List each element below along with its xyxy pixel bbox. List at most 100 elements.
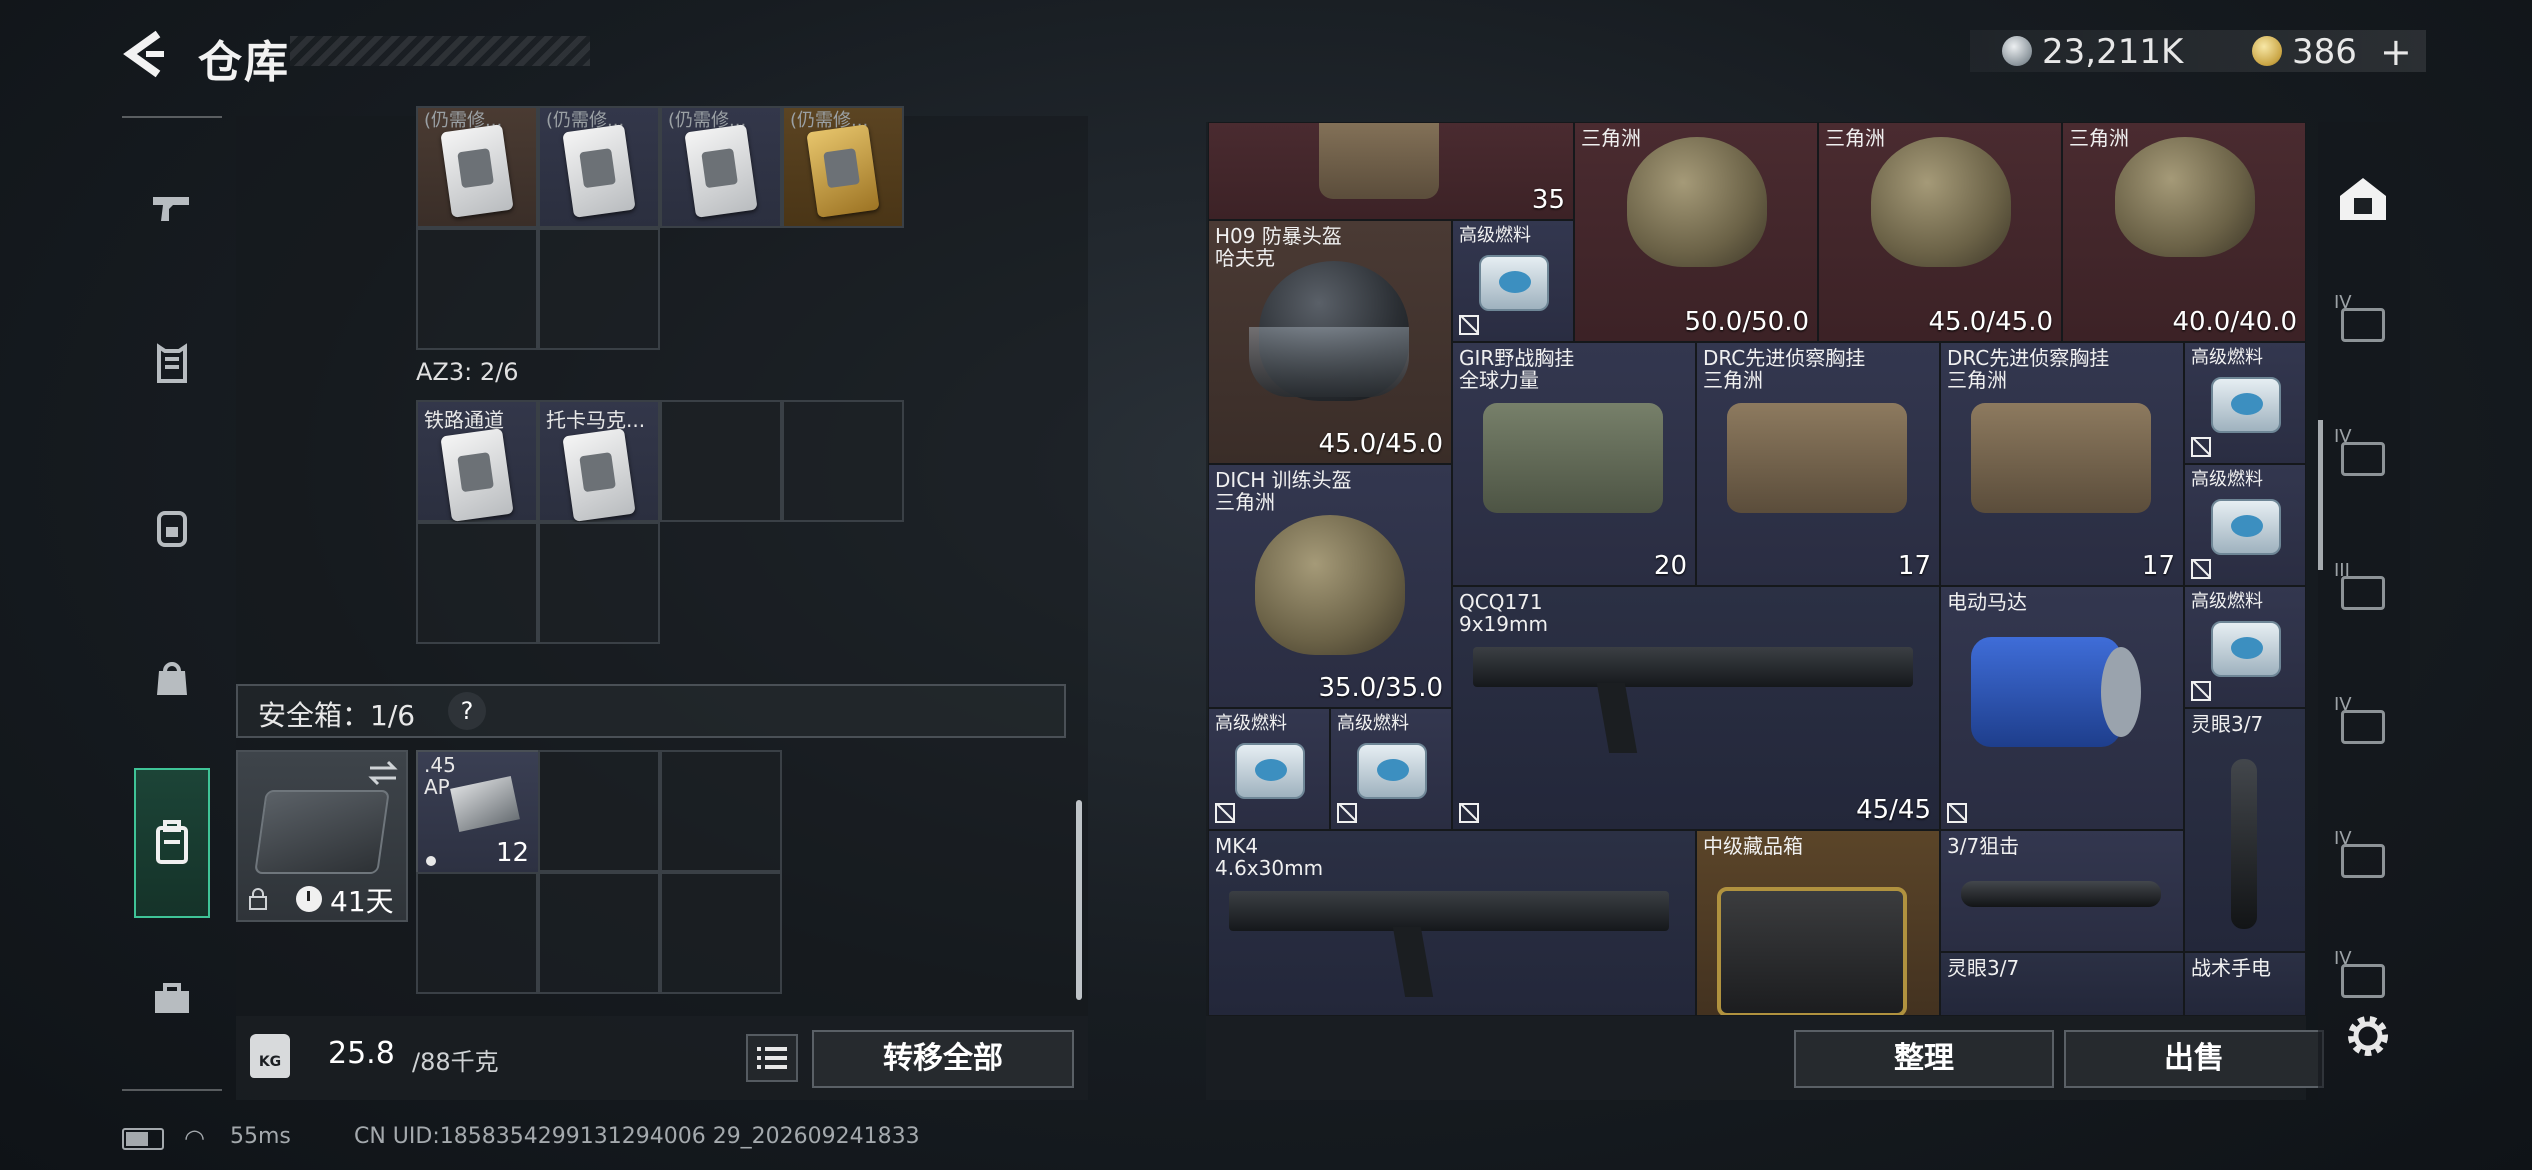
smg-item[interactable]: QCQ171 9x19mm 45/45 (1452, 586, 1940, 830)
filter-tier-button[interactable]: IV (2328, 290, 2398, 360)
back-button[interactable] (120, 28, 168, 80)
back-arrow-icon (123, 30, 164, 78)
filter-tier-button[interactable]: IV (2328, 692, 2398, 762)
lock-icon (249, 888, 267, 910)
capacity-value: 17 (1897, 551, 1931, 581)
ammo-name: .45 AP (424, 754, 456, 798)
ammo-value: 45/45 (1856, 795, 1931, 825)
ammo-slot[interactable]: .45 AP 12 (416, 750, 540, 874)
gold-card-icon (806, 124, 880, 218)
filter-tier-button[interactable]: IV (2328, 946, 2398, 1016)
add-currency-button[interactable]: + (2380, 30, 2412, 74)
tier-label: IV (2334, 292, 2352, 313)
fuel-item[interactable]: 高级燃料 (1208, 708, 1330, 830)
item-maker: 三角洲 (1825, 126, 1885, 150)
swap-icon[interactable] (366, 760, 400, 786)
scope-item[interactable]: 灵眼3/7 (1940, 952, 2184, 1016)
empty-slot[interactable] (660, 872, 782, 994)
empty-slot[interactable] (538, 522, 660, 644)
chest-rig-item[interactable]: DRC先进侦察胸挂 三角洲 17 (1696, 342, 1940, 586)
fuel-item[interactable]: 高级燃料 (1330, 708, 1452, 830)
bag-icon (157, 662, 187, 695)
empty-slot[interactable] (416, 522, 538, 644)
toolbox-tab[interactable] (132, 958, 212, 1038)
fuel-item[interactable]: 高级燃料 (1452, 220, 1574, 342)
item-caliber: 4.6x30mm (1215, 856, 1324, 880)
crate-image (1717, 887, 1907, 1015)
empty-slot[interactable] (416, 872, 538, 994)
weapon-tab[interactable] (132, 168, 212, 248)
fuel-item[interactable]: 高级燃料 (2184, 464, 2306, 586)
vest-image (1319, 123, 1439, 199)
helmet-item[interactable]: DICH 训练头盔 三角洲 35.0/35.0 (1208, 464, 1452, 708)
durability-value: 35.0/35.0 (1318, 673, 1443, 703)
tier-label: IV (2334, 828, 2352, 849)
motor-image (1971, 637, 2141, 747)
vest-tab[interactable] (132, 324, 212, 404)
helmet-item[interactable]: 三角洲 45.0/45.0 (1818, 122, 2062, 342)
empty-slot[interactable] (416, 228, 538, 350)
container-slot[interactable]: 铁路通道 (416, 400, 538, 522)
safe-case-tab-active[interactable] (134, 768, 210, 918)
ammo-box-icon (450, 776, 520, 832)
rifle-magazine (1392, 927, 1434, 997)
flashlight-item[interactable]: 战术手电 (2184, 952, 2306, 1016)
empty-slot[interactable] (538, 750, 660, 872)
settings-button[interactable] (2340, 1008, 2396, 1064)
home-stash-icon (2340, 178, 2386, 220)
empty-slot[interactable] (782, 400, 904, 522)
stash-scrollbar[interactable] (2318, 420, 2323, 570)
helmet-item[interactable]: 三角洲 50.0/50.0 (1574, 122, 1818, 342)
vest-item[interactable]: 35 (1208, 122, 1574, 220)
fuel-item[interactable]: 高级燃料 (2184, 586, 2306, 708)
container-slot[interactable]: (仍需修... (782, 106, 904, 228)
tier-label: IV (2334, 426, 2352, 447)
safe-box-capacity: 安全箱：1/6 (258, 699, 416, 732)
helmet-item[interactable]: 三角洲 40.0/40.0 (2062, 122, 2306, 342)
collection-crate-item[interactable]: 中级藏品箱 (1696, 830, 1940, 1016)
empty-slot[interactable] (660, 400, 782, 522)
chest-rig-item[interactable]: GIR野战胸挂 全球力量 20 (1452, 342, 1696, 586)
container-az3-label: AZ3: 2/6 (416, 358, 519, 386)
helmet-item[interactable]: H09 防暴头盔 哈夫克 45.0/45.0 (1208, 220, 1452, 464)
scope-item[interactable]: 灵眼3/7 (2184, 708, 2306, 952)
left-scrollbar[interactable] (1076, 800, 1082, 1000)
help-button[interactable]: ? (448, 692, 486, 730)
safe-box-item[interactable]: 41天 (236, 750, 408, 922)
item-name: DRC先进侦察胸挂 (1947, 346, 2110, 370)
item-name: 灵眼3/7 (2191, 712, 2264, 736)
item-maker: 三角洲 (1703, 368, 1763, 392)
backpack-tab[interactable] (132, 488, 212, 568)
ammo-type: AP (424, 775, 450, 799)
sort-button[interactable]: 整理 (1794, 1030, 2054, 1088)
helmet-image (1627, 137, 1767, 267)
empty-slot[interactable] (538, 872, 660, 994)
pouch-tab[interactable] (132, 638, 212, 718)
filter-tier-button[interactable]: IV (2328, 826, 2398, 896)
chest-rig-item[interactable]: DRC先进侦察胸挂 三角洲 17 (1940, 342, 2184, 586)
item-name: 电动马达 (1947, 590, 2027, 614)
supply-box-icon (2341, 844, 2385, 878)
container-slot[interactable]: (仍需修... (416, 106, 538, 228)
ping-value: 55ms (230, 1124, 291, 1149)
item-name: H09 防暴头盔 (1215, 224, 1342, 248)
rifle-item[interactable]: MK4 4.6x30mm (1208, 830, 1696, 1016)
filter-tier-button[interactable]: III (2328, 558, 2398, 628)
chest-rig-image (1483, 403, 1663, 513)
filter-tier-button[interactable]: IV (2328, 424, 2398, 494)
fuel-item[interactable]: 高级燃料 (2184, 342, 2306, 464)
list-view-button[interactable] (746, 1034, 798, 1082)
no-insure-icon (1459, 803, 1479, 823)
empty-slot[interactable] (660, 750, 782, 872)
tier-label: IV (2334, 948, 2352, 969)
container-slot[interactable]: 托卡马克... (538, 400, 660, 522)
filter-all-button[interactable] (2328, 164, 2398, 234)
scope-item[interactable]: 3/7狙击 (1940, 830, 2184, 952)
ammo-caliber: .45 (424, 753, 456, 777)
empty-slot[interactable] (538, 228, 660, 350)
container-slot[interactable]: (仍需修... (660, 106, 782, 228)
motor-item[interactable]: 电动马达 (1940, 586, 2184, 830)
sell-button[interactable]: 出售 (2064, 1030, 2324, 1088)
container-slot[interactable]: (仍需修... (538, 106, 660, 228)
transfer-all-button[interactable]: 转移全部 (812, 1030, 1074, 1088)
